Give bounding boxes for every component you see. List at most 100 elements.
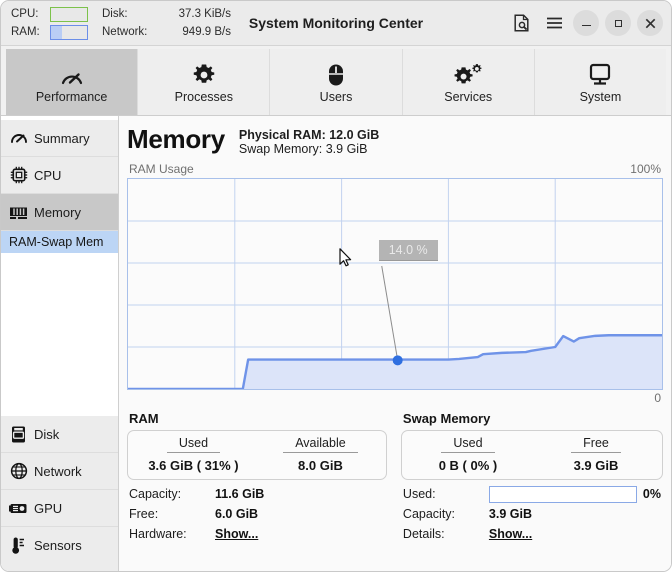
application-window: CPU: RAM: Disk: 37.3 KiB/s Network: 949.…	[0, 0, 672, 572]
swap-details-show-link[interactable]: Show...	[489, 527, 532, 541]
chart-title: RAM Usage	[129, 162, 194, 176]
swap-panel-title: Swap Memory	[402, 411, 491, 426]
ram-used-value: 3.6 GiB ( 31% )	[148, 458, 239, 473]
swap-capacity-value: 3.9 GiB	[488, 507, 532, 521]
sidebar-item-cpu[interactable]: CPU	[1, 157, 118, 194]
swap-panel: Swap Memory Used 0 B ( 0% ) Free 3.9 GiB	[400, 409, 663, 565]
ram-free-value: 6.0 GiB	[215, 507, 259, 521]
document-search-icon[interactable]	[509, 10, 535, 36]
sidebar-top-group: Summary CPU Memory RAM-Swap Mem	[1, 120, 118, 253]
swap-used-progress-bar	[488, 485, 637, 503]
gpu-card-icon	[9, 501, 28, 516]
swap-free-value: 3.9 GiB	[573, 458, 619, 473]
swap-details-key: Details:	[402, 527, 445, 541]
maximize-button[interactable]	[605, 10, 631, 36]
ram-details-list: Capacity: 11.6 GiB Free: 6.0 GiB Hardwar…	[127, 480, 387, 543]
ram-stats-card: Used 3.6 GiB ( 31% ) Available 8.0 GiB	[127, 430, 387, 480]
ram-panel-title: RAM	[129, 411, 159, 426]
sidebar-item-summary[interactable]: Summary	[1, 120, 118, 157]
sidebar-subitem-ram-swap[interactable]: RAM-Swap Mem	[1, 231, 118, 253]
ram-hardware-show-link[interactable]: Show...	[215, 527, 258, 541]
globe-icon	[9, 462, 28, 480]
tab-processes-label: Processes	[174, 89, 233, 104]
close-button[interactable]	[637, 10, 663, 36]
main-content: Memory Physical RAM: 12.0 GiB Swap Memor…	[119, 116, 671, 571]
mini-io-stats: Disk: 37.3 KiB/s Network: 949.9 B/s	[102, 7, 231, 40]
network-value: 949.9 B/s	[182, 26, 231, 38]
memory-panels: RAM Used 3.6 GiB ( 31% ) Available 8.0 G…	[127, 405, 663, 571]
sidebar-item-sensors-label: Sensors	[34, 538, 82, 553]
physical-ram-text: Physical RAM: 12.0 GiB	[238, 128, 380, 142]
chart-svg	[128, 179, 662, 389]
tab-services[interactable]: Services	[402, 49, 535, 115]
swap-details-row: Details: Show...	[403, 525, 661, 543]
minimize-button[interactable]	[573, 10, 599, 36]
speedometer-icon	[9, 131, 28, 145]
sidebar-item-cpu-label: CPU	[34, 167, 62, 183]
tab-performance-label: Performance	[35, 89, 108, 104]
tab-system-label: System	[579, 89, 622, 104]
swap-used-percent: 0%	[642, 487, 661, 501]
swap-used-header: Used	[441, 436, 495, 453]
sidebar-item-gpu-label: GPU	[34, 500, 63, 516]
sidebar-item-disk-label: Disk	[34, 426, 60, 442]
cpu-mini-meter: CPU:	[11, 6, 88, 22]
memory-summary: Physical RAM: 12.0 GiB Swap Memory: 3.9 …	[239, 122, 379, 156]
chart-y-min-label: 0	[654, 391, 661, 405]
tab-processes[interactable]: Processes	[138, 49, 271, 115]
ram-hardware-row: Hardware: Show...	[129, 525, 385, 543]
ram-capacity-row: Capacity: 11.6 GiB	[129, 485, 385, 503]
sidebar-item-summary-label: Summary	[34, 130, 90, 146]
memory-header: Memory Physical RAM: 12.0 GiB Swap Memor…	[127, 116, 663, 158]
sidebar-item-disk[interactable]: Disk	[1, 416, 118, 453]
ram-mini-label: RAM:	[11, 26, 40, 38]
tab-system[interactable]: System	[534, 49, 667, 115]
tab-users[interactable]: Users	[270, 49, 403, 115]
chart-y-max-label: 100%	[630, 162, 661, 176]
sidebar-filler	[1, 253, 118, 416]
ram-panel: RAM Used 3.6 GiB ( 31% ) Available 8.0 G…	[127, 409, 387, 565]
ram-mini-bar	[50, 24, 88, 40]
swap-used-stat: Used 0 B ( 0% )	[404, 436, 532, 473]
tab-performance[interactable]: Performance	[6, 49, 139, 115]
thermometer-icon	[9, 536, 28, 555]
ram-free-row: Free: 6.0 GiB	[129, 505, 385, 523]
speedometer-icon	[59, 61, 85, 87]
ram-available-stat: Available 8.0 GiB	[257, 436, 384, 473]
sidebar: Summary CPU Memory RAM-Swap Mem Disk Net…	[1, 116, 119, 571]
ram-available-header: Available	[283, 436, 358, 453]
chart-plot-area	[127, 178, 663, 390]
page-title: Memory	[127, 123, 225, 154]
swap-used-bar-row: Used: 0%	[403, 485, 661, 503]
sidebar-item-gpu[interactable]: GPU	[1, 490, 118, 527]
sidebar-item-sensors[interactable]: Sensors	[1, 527, 118, 564]
ram-used-stat: Used 3.6 GiB ( 31% )	[130, 436, 257, 473]
ram-available-value: 8.0 GiB	[298, 458, 343, 473]
cpu-mini-label: CPU:	[11, 8, 39, 20]
disk-label: Disk:	[102, 8, 128, 20]
titlebar-controls	[509, 10, 663, 36]
sidebar-item-network[interactable]: Network	[1, 453, 118, 490]
network-stat-row: Network: 949.9 B/s	[102, 25, 231, 40]
gears-icon	[454, 61, 482, 87]
swap-details-list: Used: 0% Capacity: 3.9 GiB Details: Show…	[401, 480, 663, 543]
chart-header: RAM Usage 100%	[127, 158, 663, 178]
monitor-icon	[587, 61, 613, 87]
cpu-chip-icon	[9, 166, 28, 184]
ram-usage-chart[interactable]: 14.0 %	[127, 178, 663, 390]
hamburger-menu-icon[interactable]	[541, 10, 567, 36]
gear-icon	[192, 61, 216, 87]
cpu-mini-bar	[50, 6, 88, 22]
tab-services-label: Services	[444, 89, 493, 104]
network-label: Network:	[102, 26, 148, 38]
disk-value: 37.3 KiB/s	[178, 8, 231, 20]
swap-used-key: Used:	[402, 487, 436, 501]
swap-free-header: Free	[571, 436, 621, 453]
ram-mini-meter: RAM:	[11, 24, 88, 40]
ram-capacity-key: Capacity:	[129, 487, 182, 501]
swap-stats-card: Used 0 B ( 0% ) Free 3.9 GiB	[400, 430, 663, 480]
main-tab-bar: Performance Processes Users Services Sys…	[1, 46, 671, 116]
mouse-icon	[327, 61, 345, 87]
swap-memory-text: Swap Memory: 3.9 GiB	[238, 142, 368, 156]
sidebar-item-memory[interactable]: Memory	[1, 194, 118, 231]
